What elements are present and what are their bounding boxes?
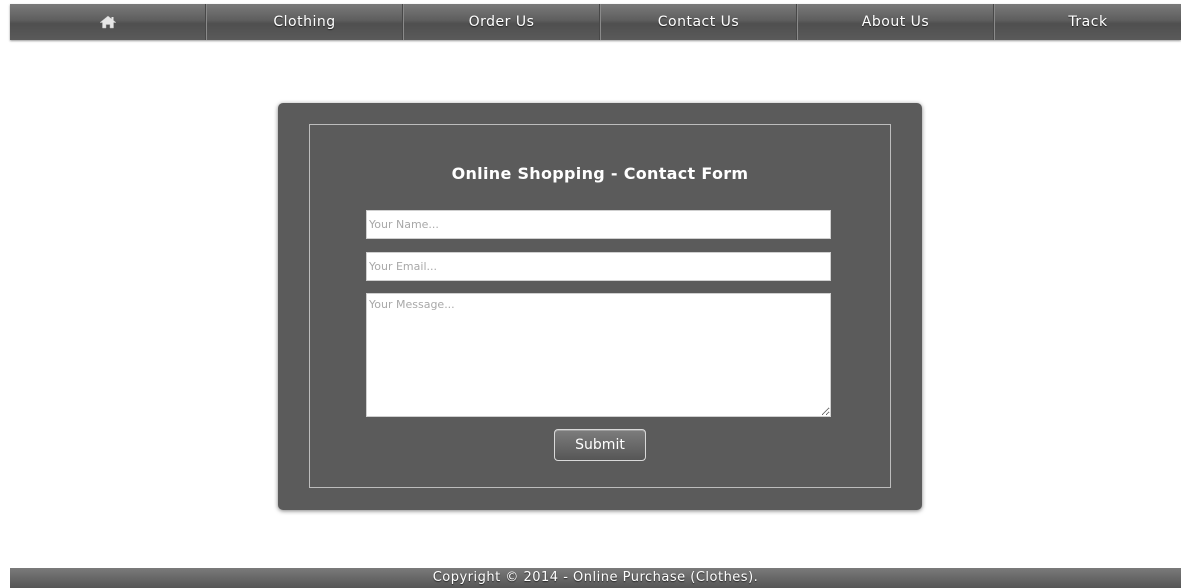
form-title: Online Shopping - Contact Form — [451, 164, 749, 183]
nav-item-clothing[interactable]: Clothing — [206, 4, 403, 40]
footer-copyright: Copyright © 2014 - Online Purchase (Clot… — [432, 570, 759, 585]
nav-item-label: Contact Us — [657, 14, 740, 30]
nav-home[interactable] — [10, 4, 206, 40]
contact-form-card: Online Shopping - Contact Form Submit — [278, 103, 922, 510]
nav-item-about-us[interactable]: About Us — [797, 4, 994, 40]
contact-form: Online Shopping - Contact Form Submit — [309, 124, 891, 488]
nav-item-label: Clothing — [273, 14, 336, 30]
nav-item-track[interactable]: Track — [994, 4, 1181, 40]
message-textarea[interactable] — [366, 293, 831, 417]
top-navigation: Clothing Order Us Contact Us About Us Tr… — [10, 4, 1181, 40]
nav-item-contact-us[interactable]: Contact Us — [600, 4, 797, 40]
nav-item-order-us[interactable]: Order Us — [403, 4, 600, 40]
email-input[interactable] — [366, 252, 831, 281]
submit-button[interactable]: Submit — [554, 429, 646, 461]
nav-item-label: Track — [1068, 14, 1108, 30]
name-input[interactable] — [366, 210, 831, 239]
home-icon — [98, 15, 117, 29]
nav-item-label: About Us — [861, 14, 930, 30]
nav-item-label: Order Us — [468, 14, 535, 30]
footer: Copyright © 2014 - Online Purchase (Clot… — [10, 568, 1181, 588]
